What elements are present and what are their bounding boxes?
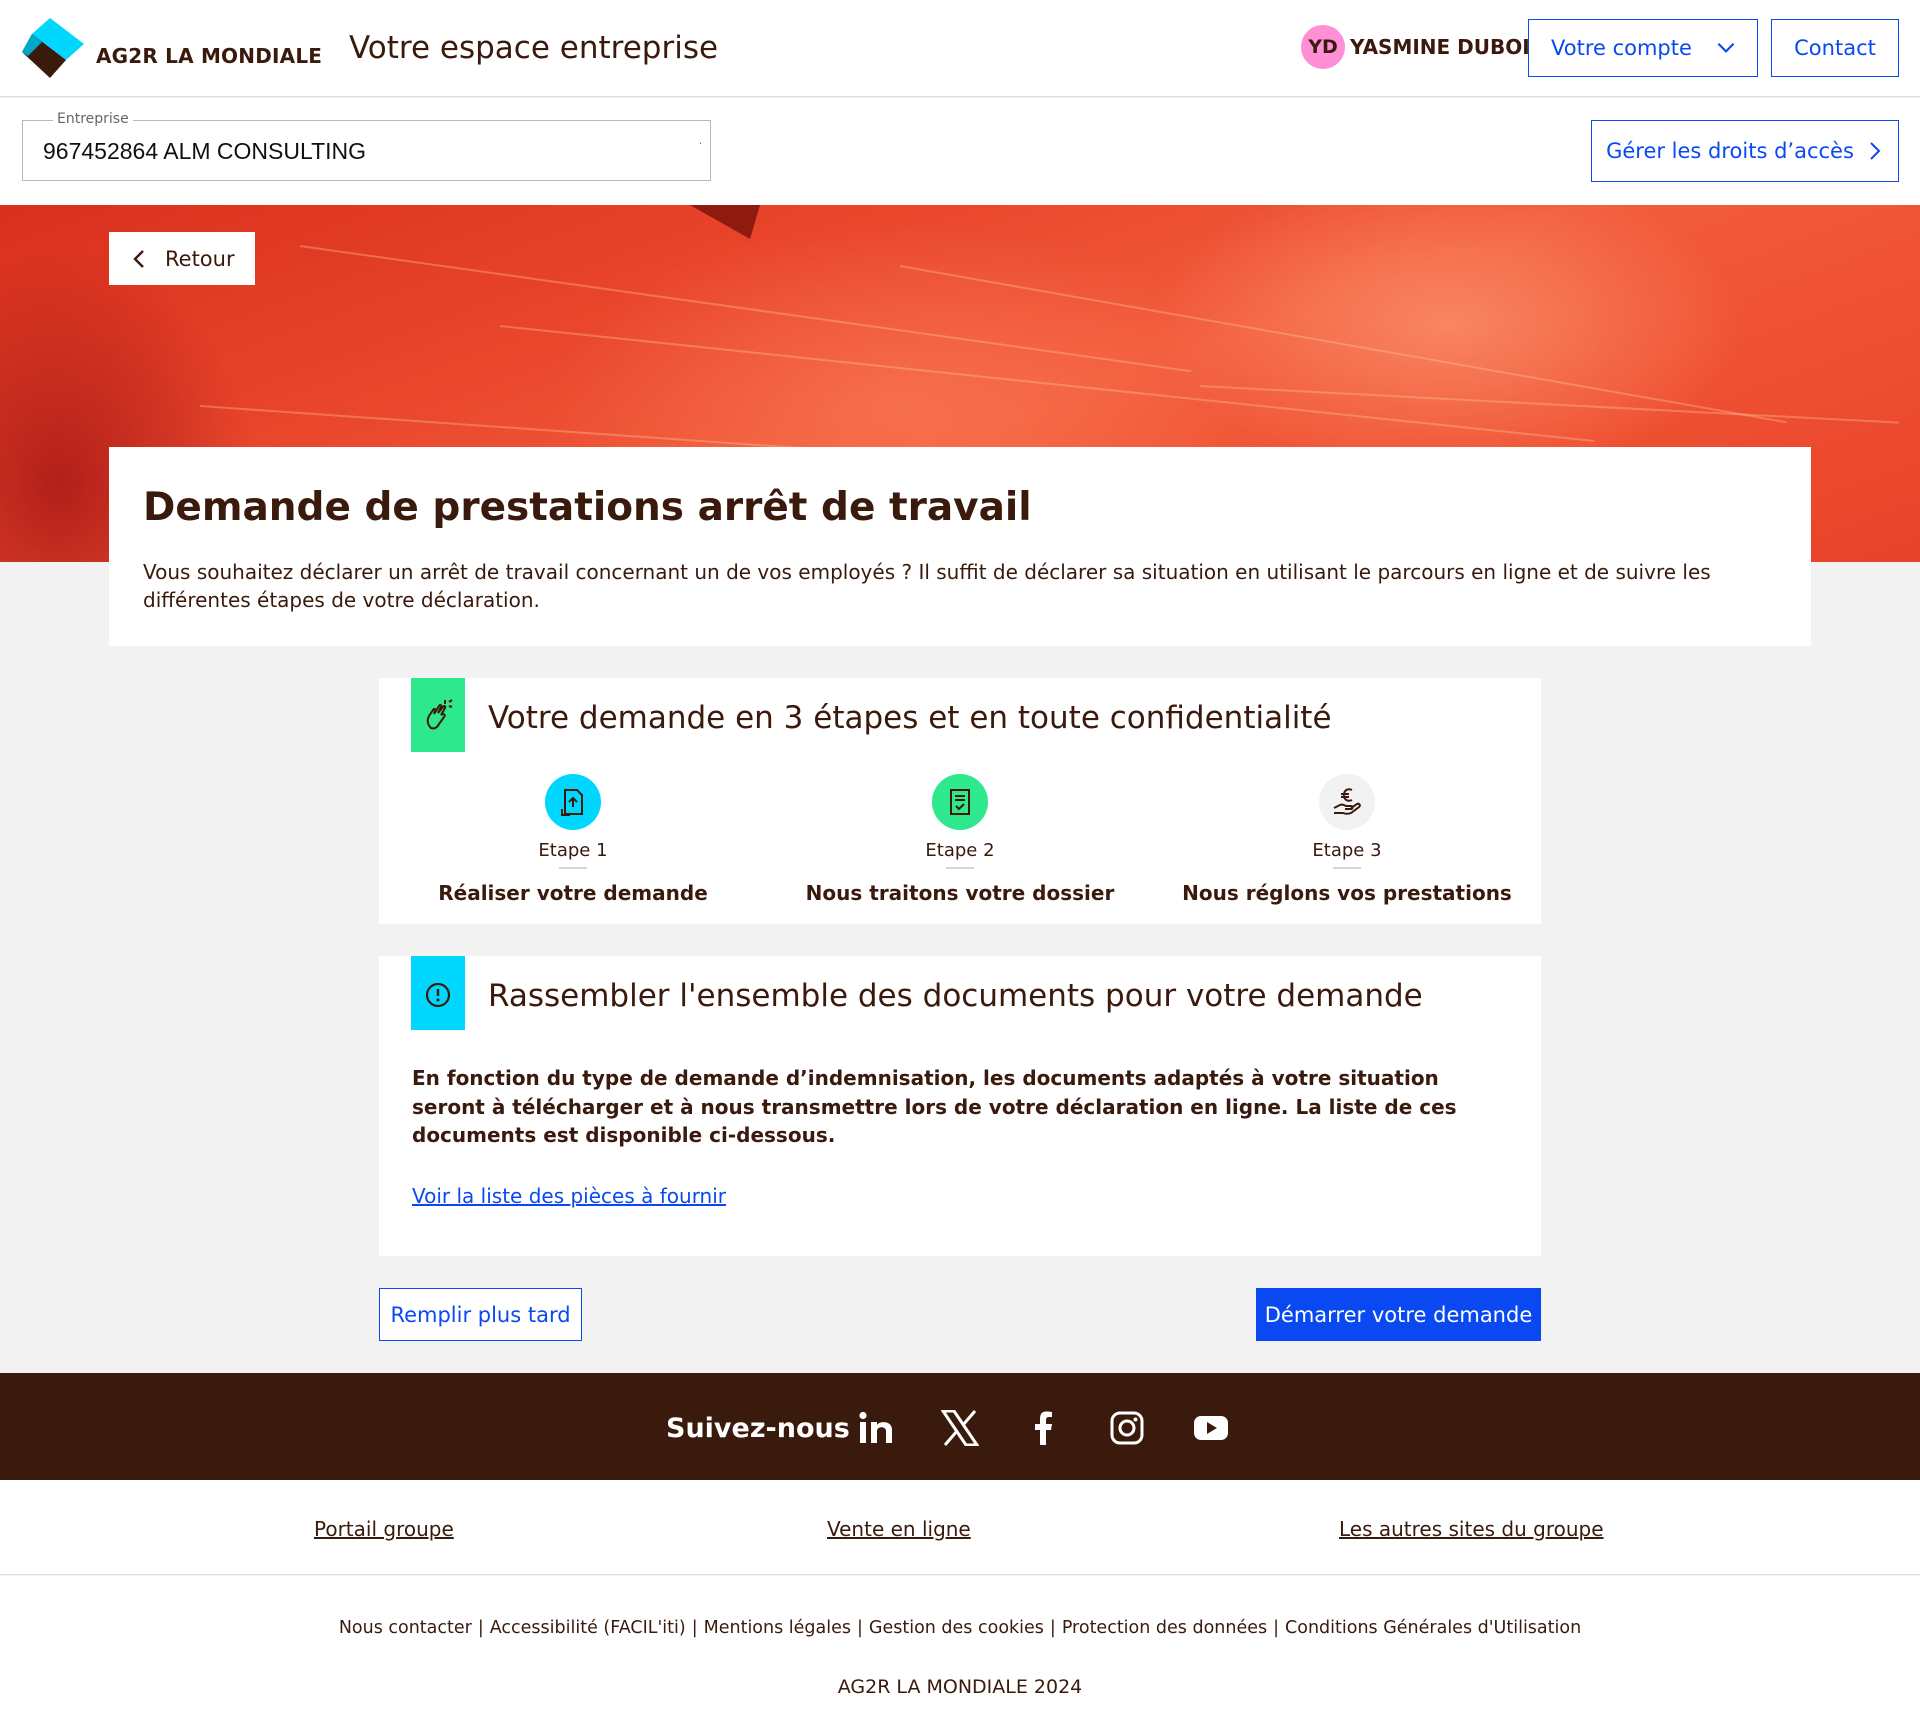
step-1-badge [545, 774, 601, 830]
steps-card: Votre demande en 3 étapes et en toute co… [379, 678, 1541, 924]
start-request-button[interactable]: Démarrer votre demande [1256, 1288, 1541, 1341]
manage-access-rights-label: Gérer les droits d’accès [1606, 139, 1854, 163]
ag2r-logo[interactable] [22, 16, 86, 80]
documents-card-title: Rassembler l'ensemble des documents pour… [488, 978, 1423, 1014]
document-upload-icon [561, 789, 583, 816]
follow-us-label: Suivez-nous [666, 1413, 850, 1444]
facebook-icon[interactable] [1021, 1406, 1065, 1450]
card-icon-badge [411, 956, 465, 1030]
info-alert-icon [425, 982, 451, 1008]
step-1-divider [559, 867, 587, 869]
step-3: Etape 3 Nous réglons vos prestations [1167, 774, 1527, 905]
footer-links: Portail groupe Vente en ligne Les autres… [0, 1480, 1920, 1575]
youtube-icon[interactable] [1189, 1406, 1233, 1450]
chevron-right-icon [1870, 142, 1881, 160]
page-section-title: Votre espace entreprise [349, 30, 719, 66]
brand-name: AG2R LA MONDIALE [96, 44, 323, 68]
contact-button[interactable]: Contact [1771, 19, 1899, 77]
account-button-label: Votre compte [1551, 36, 1692, 60]
chevron-left-icon [133, 249, 144, 268]
page-title: Demande de prestations arrêt de travail [143, 485, 1032, 530]
enterprise-select[interactable]: Entreprise 967452864 ALM CONSULTING · [22, 111, 711, 181]
legal-footer: Nous contacter | Accessibilité (FACIL'iti)… [0, 1576, 1920, 1735]
documents-card: Rassembler l'ensemble des documents pour… [379, 956, 1541, 1256]
legal-link-cgu[interactable]: Conditions Générales d'Utilisation [1285, 1618, 1581, 1638]
footer-link-vente[interactable]: Vente en ligne [827, 1517, 971, 1541]
avatar[interactable]: YD [1301, 25, 1345, 69]
instagram-icon[interactable] [1105, 1406, 1149, 1450]
fill-later-button[interactable]: Remplir plus tard [379, 1288, 582, 1341]
step-2-divider [946, 867, 974, 869]
chevron-down-icon [1717, 42, 1735, 53]
step-2-label: Nous traitons votre dossier [805, 881, 1115, 905]
card-icon-badge [411, 678, 465, 752]
step-2-number: Etape 2 [925, 840, 995, 861]
x-icon[interactable] [938, 1406, 982, 1450]
petal-tip-shape [690, 205, 760, 239]
footer-link-portail[interactable]: Portail groupe [314, 1517, 454, 1541]
hand-sparkle-icon [426, 699, 453, 730]
enterprise-value: 967452864 ALM CONSULTING [43, 138, 367, 164]
account-button[interactable]: Votre compte [1528, 19, 1758, 77]
social-bar: Suivez-nous [0, 1373, 1920, 1480]
manage-access-rights-button[interactable]: Gérer les droits d’accès [1591, 120, 1899, 182]
user-name[interactable]: YASMINE DUBOIS [1350, 35, 1544, 59]
step-3-number: Etape 3 [1312, 840, 1382, 861]
step-3-badge [1319, 774, 1375, 830]
enterprise-bar: Entreprise 967452864 ALM CONSULTING · Gé… [0, 98, 1920, 205]
back-button[interactable]: Retour [109, 232, 255, 285]
enterprise-label: Entreprise [53, 111, 133, 127]
documents-description: En fonction du type de demande d’indemni… [412, 1066, 1457, 1147]
back-label: Retour [165, 246, 235, 271]
legal-links: Nous contacter | Accessibilité (FACIL'iti)… [338, 1618, 1582, 1638]
steps-card-title: Votre demande en 3 étapes et en toute co… [488, 700, 1332, 736]
step-1: Etape 1 Réaliser votre demande [393, 774, 753, 905]
legal-link-cookies[interactable]: Gestion des cookies [869, 1618, 1044, 1638]
step-1-label: Réaliser votre demande [438, 881, 708, 905]
step-3-label: Nous réglons vos prestations [1182, 881, 1512, 905]
checklist-icon [950, 789, 970, 815]
legal-link-contact[interactable]: Nous contacter [339, 1618, 472, 1638]
footer-link-autres-sites[interactable]: Les autres sites du groupe [1339, 1517, 1604, 1541]
step-1-number: Etape 1 [538, 840, 608, 861]
dropdown-indicator-icon: · [698, 139, 702, 150]
step-2-badge [932, 774, 988, 830]
legal-link-mentions[interactable]: Mentions légales [704, 1618, 851, 1638]
header: AG2R LA MONDIALE Votre espace entreprise… [0, 0, 1920, 97]
intro-card: Demande de prestations arrêt de travail … [109, 447, 1811, 646]
legal-link-accessibility[interactable]: Accessibilité (FACIL'iti) [490, 1618, 686, 1638]
step-2: Etape 2 Nous traitons votre dossier [780, 774, 1140, 905]
linkedin-icon[interactable] [854, 1406, 898, 1450]
legal-link-data-protection[interactable]: Protection des données [1062, 1618, 1267, 1638]
copyright: AG2R LA MONDIALE 2024 [837, 1676, 1083, 1698]
documents-list-link[interactable]: Voir la liste des pièces à fournir [412, 1184, 726, 1208]
euro-hand-icon [1333, 788, 1361, 815]
page-description: Vous souhaitez déclarer un arrêt de trav… [143, 560, 1711, 612]
step-3-divider [1333, 867, 1361, 869]
